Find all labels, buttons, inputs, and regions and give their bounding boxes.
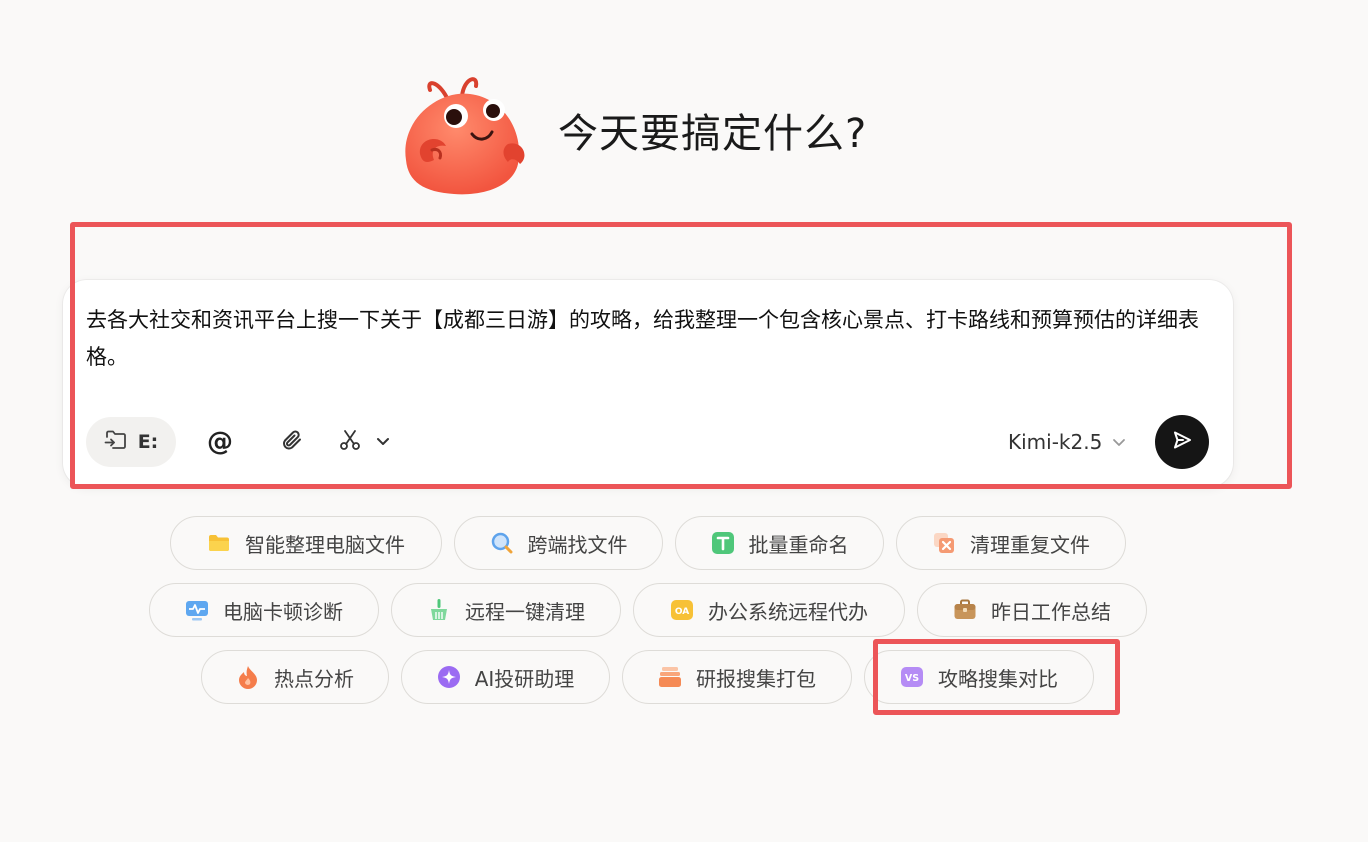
suggestion-chip-find-files[interactable]: 跨端找文件 — [454, 516, 663, 570]
suggestion-chip-clean-duplicates[interactable]: 清理重复文件 — [896, 516, 1126, 570]
chip-label: 研报搜集打包 — [696, 666, 816, 691]
chip-label: 攻略搜集对比 — [938, 666, 1058, 691]
chip-label: 跨端找文件 — [527, 532, 628, 557]
chip-label: 昨日工作总结 — [991, 599, 1111, 624]
app-root: 今天要搞定什么? 去各大社交和资讯平台上搜一下关于【成都三日游】的攻略，给我整理… — [0, 0, 1368, 842]
send-button[interactable] — [1155, 415, 1209, 469]
prompt-input[interactable]: 去各大社交和资讯平台上搜一下关于【成都三日游】的攻略，给我整理一个包含核心景点、… — [86, 302, 1211, 376]
scissors-icon — [338, 428, 362, 456]
suggestion-chip-organize-files[interactable]: 智能整理电脑文件 — [170, 516, 442, 570]
chip-label: 办公系统远程代办 — [708, 599, 868, 624]
folder-label: E: — [137, 431, 159, 453]
suggestion-chip-hot-topics[interactable]: 热点分析 — [201, 650, 389, 704]
suggestion-chip-report-collect[interactable]: 研报搜集打包 — [622, 650, 852, 704]
model-selector[interactable]: Kimi-k2.5 — [1008, 427, 1126, 457]
chip-label: 清理重复文件 — [970, 532, 1090, 557]
svg-text:VS: VS — [905, 673, 919, 684]
mascot-logo — [396, 72, 536, 200]
attach-button[interactable] — [275, 425, 309, 459]
at-icon: @ — [207, 427, 233, 457]
suggestion-chip-remote-clean[interactable]: 远程一键清理 — [391, 583, 621, 637]
page-title: 今天要搞定什么? — [558, 111, 868, 157]
search-icon — [490, 531, 514, 555]
mention-button[interactable]: @ — [203, 425, 237, 459]
chip-label: 电脑卡顿诊断 — [223, 599, 343, 624]
chat-input-card: 去各大社交和资讯平台上搜一下关于【成都三日游】的攻略，给我整理一个包含核心景点、… — [63, 280, 1233, 487]
chip-label: AI投研助理 — [474, 666, 575, 691]
send-icon — [1171, 429, 1193, 455]
briefcase-icon — [953, 598, 977, 622]
chip-label: 智能整理电脑文件 — [245, 532, 405, 557]
suggestion-chip-guide-compare[interactable]: VS 攻略搜集对比 — [864, 650, 1094, 704]
oa-icon: OA — [670, 598, 694, 622]
folder-import-icon — [104, 429, 128, 456]
t-letter-icon — [711, 531, 735, 555]
broom-icon — [427, 598, 451, 622]
chevron-down-icon — [1112, 430, 1126, 454]
suggestion-chip-daily-summary[interactable]: 昨日工作总结 — [917, 583, 1147, 637]
folder-icon — [207, 531, 231, 555]
screenshot-tool-button[interactable] — [338, 425, 408, 459]
chevron-down-icon[interactable] — [376, 433, 390, 452]
working-folder-button[interactable]: E: — [86, 417, 176, 467]
chip-label: 远程一键清理 — [465, 599, 585, 624]
duplicate-delete-icon — [932, 531, 956, 555]
suggestion-chip-batch-rename[interactable]: 批量重命名 — [675, 516, 884, 570]
suggestion-chip-ai-research[interactable]: AI投研助理 — [401, 650, 610, 704]
suggestion-chip-lag-diagnosis[interactable]: 电脑卡顿诊断 — [149, 583, 379, 637]
monitor-pulse-icon — [185, 598, 209, 622]
vs-icon: VS — [900, 665, 924, 689]
model-label: Kimi-k2.5 — [1008, 430, 1103, 454]
chip-label: 热点分析 — [274, 666, 354, 691]
paperclip-icon — [280, 428, 304, 456]
flame-icon — [236, 665, 260, 689]
chip-label: 批量重命名 — [748, 532, 849, 557]
sparkle-icon — [437, 665, 461, 689]
svg-text:OA: OA — [675, 607, 689, 617]
suggestion-chip-office-remote[interactable]: OA 办公系统远程代办 — [633, 583, 905, 637]
stack-icon — [658, 665, 682, 689]
